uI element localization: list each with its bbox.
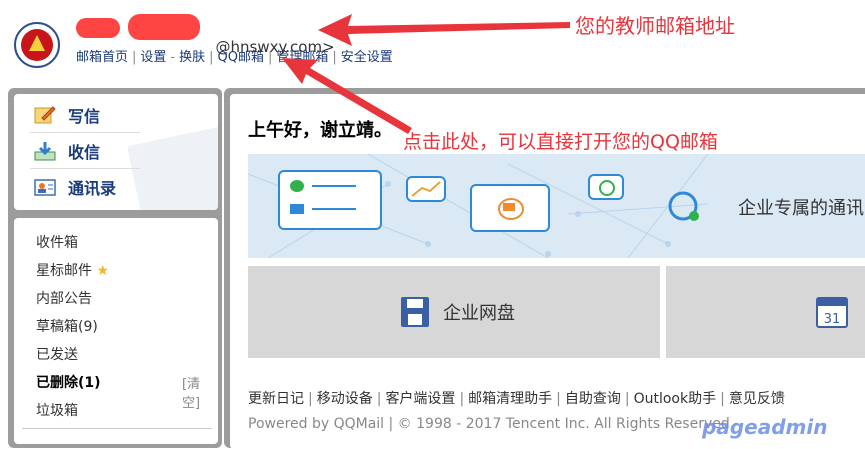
qq-mail-annotation: 点击此处，可以直接打开您的QQ邮箱 (403, 131, 718, 153)
arrow-to-qq-mail (282, 58, 412, 134)
arrow-to-email (318, 14, 570, 46)
watermark: pageadmin (702, 415, 828, 439)
email-annotation: 您的教师邮箱地址 (575, 14, 735, 38)
annotation-arrows (282, 14, 570, 134)
